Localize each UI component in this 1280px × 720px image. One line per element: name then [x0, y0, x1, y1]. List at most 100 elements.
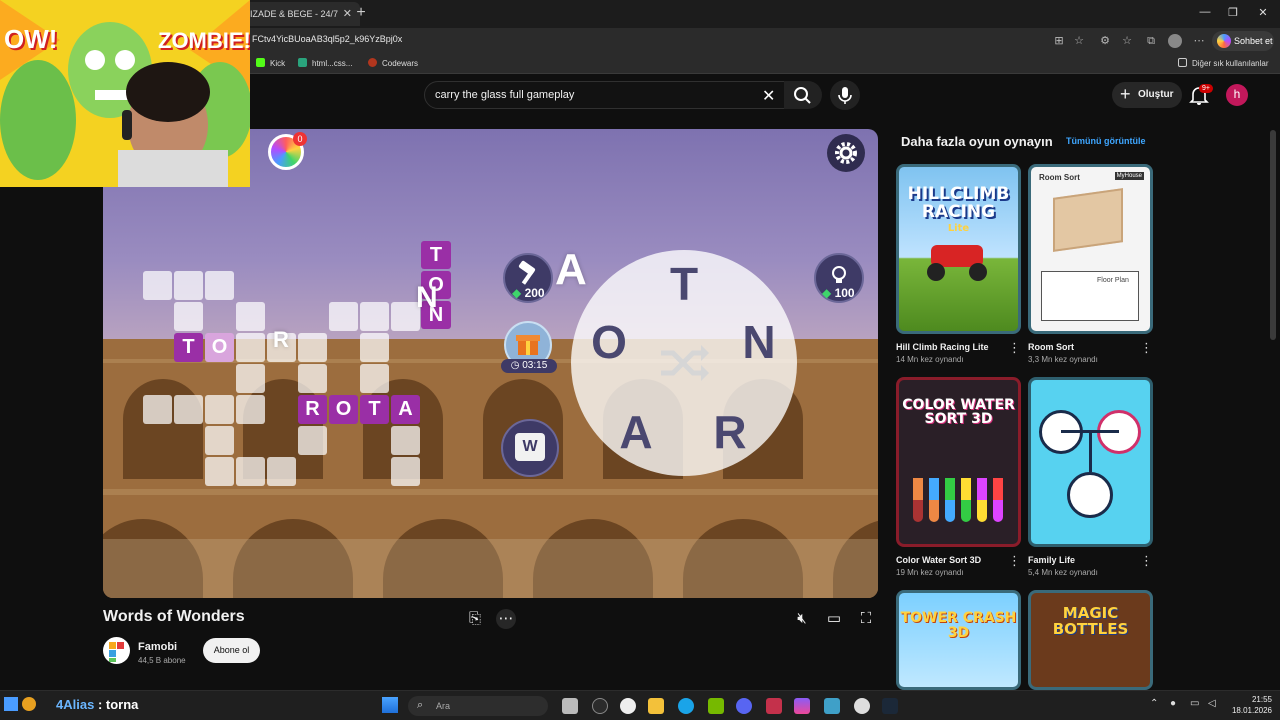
game-thumbnail: HILLCLIMB RACING Lite: [896, 164, 1021, 334]
minimize-icon[interactable]: —: [1190, 6, 1220, 18]
famobi-logo: [109, 642, 124, 662]
channel-name[interactable]: Famobi: [138, 641, 177, 653]
search-button[interactable]: [784, 81, 822, 109]
channel-avatar[interactable]: [103, 637, 130, 664]
browser-tab[interactable]: IZADE & BEGE - 24/7 ✕: [240, 2, 360, 26]
empty-cell: [174, 271, 203, 300]
subscribe-button[interactable]: Abone ol: [203, 638, 260, 663]
bookmark-kick[interactable]: Kick: [256, 58, 285, 68]
card-menu-icon[interactable]: ⋮: [1008, 340, 1021, 356]
search-input[interactable]: carry the glass full gameplay: [424, 81, 790, 109]
discord-icon[interactable]: [736, 698, 752, 714]
edge-icon[interactable]: [678, 698, 694, 714]
app-icon[interactable]: [794, 698, 810, 714]
bookmark-html[interactable]: html...css...: [298, 58, 352, 68]
see-all-link[interactable]: Tümünü görüntüle: [1066, 136, 1145, 146]
shuffle-icon[interactable]: [657, 341, 713, 385]
volume-icon[interactable]: ◁: [1208, 698, 1216, 709]
favorites-icon[interactable]: ☆: [1120, 34, 1134, 48]
tube-image: [929, 478, 939, 522]
wheel-letter-o[interactable]: O: [584, 315, 634, 369]
taskbar-search[interactable]: ⌕ Ara: [408, 696, 548, 716]
app-icon[interactable]: [824, 698, 840, 714]
file-explorer-icon[interactable]: [648, 698, 664, 714]
nvidia-icon[interactable]: [708, 698, 724, 714]
wheel-letter-r[interactable]: R: [705, 405, 755, 459]
new-tab-icon[interactable]: +: [352, 4, 370, 22]
thumb-title: HILLCLIMB RACING: [907, 184, 1010, 222]
flying-letter: N: [416, 281, 438, 314]
game-card-family-life[interactable]: Family Life 5,4 Mn kez oynandı ⋮: [1028, 377, 1153, 577]
taskbar-clock[interactable]: 21:55 18.01.2026: [1228, 694, 1272, 716]
game-card-color-water[interactable]: COLOR WATER SORT 3D Color Water Sort 3D …: [896, 377, 1021, 577]
mute-icon[interactable]: 🔇︎: [792, 609, 812, 629]
daily-word-button[interactable]: W: [501, 419, 559, 477]
card-menu-icon[interactable]: ⋮: [1140, 340, 1153, 356]
favorite-star-icon[interactable]: ☆: [1072, 34, 1086, 48]
close-tab-icon[interactable]: ✕: [343, 7, 352, 20]
fullscreen-icon[interactable]: ⛶: [856, 609, 876, 629]
game-canvas[interactable]: T O R O T A T O N R N ◆ 200 ◆ 100 ◷ 03:1…: [103, 129, 878, 598]
bookmark-codewars[interactable]: Codewars: [368, 58, 418, 68]
start-icon[interactable]: [382, 697, 398, 713]
more-menu-icon[interactable]: ⋯: [1192, 34, 1206, 48]
close-window-icon[interactable]: ✕: [1248, 6, 1278, 19]
user-avatar[interactable]: h: [1226, 84, 1248, 106]
bookmark-icon[interactable]: ⎘: [465, 609, 485, 629]
maximize-icon[interactable]: ❐: [1218, 6, 1248, 19]
apps-icon[interactable]: ⊞: [1052, 34, 1066, 48]
game-card-magic-bottles[interactable]: MAGIC BOTTLES: [1028, 590, 1153, 690]
search-icon: ⌕: [417, 699, 424, 711]
profile-icon[interactable]: [1168, 34, 1182, 48]
page-scrollbar[interactable]: [1270, 130, 1276, 340]
game-card-hill-climb[interactable]: HILLCLIMB RACING Lite Hill Climb Racing …: [896, 164, 1021, 364]
copilot-chat-button[interactable]: Sohbet et: [1212, 31, 1274, 51]
tray-chevron-icon[interactable]: ⌃: [1150, 698, 1158, 709]
empty-cell: [298, 364, 327, 393]
weather-icon[interactable]: [22, 697, 36, 711]
copilot-icon: [1217, 34, 1231, 48]
windows-taskbar: ⌕ Ara ⌃ ● ▭ ◁ 21:55 18.01.2026: [0, 690, 1280, 720]
app-icon[interactable]: [766, 698, 782, 714]
more-games-heading: Daha fazla oyun oynayın: [901, 134, 1053, 149]
game-card-room-sort[interactable]: Room Sort MyHouse Floor Plan Room Sort 3…: [1028, 164, 1153, 364]
wheel-letter-t[interactable]: T: [659, 257, 709, 311]
collections-icon[interactable]: ⧉: [1144, 34, 1158, 48]
streamer-webcam: OW! ZOMBIE!: [0, 0, 250, 187]
url-field[interactable]: FCtv4YicBUoaAB3ql5p2_k96YzBpj0x: [252, 34, 402, 44]
empty-cell: [360, 302, 389, 331]
thumb-title: TOWER CRASH 3D: [900, 610, 1017, 641]
channel-subscribers: 44,5 B abone: [138, 656, 186, 665]
settings-button[interactable]: [827, 134, 865, 172]
game-card-title: Color Water Sort 3D: [896, 555, 982, 565]
flying-letter: R: [273, 327, 289, 352]
other-bookmarks[interactable]: Diğer sık kullanılanlar: [1178, 58, 1268, 68]
microphone-tray-icon[interactable]: ●: [1170, 698, 1176, 709]
empty-cell: [298, 426, 327, 455]
create-button[interactable]: + Oluştur: [1112, 82, 1182, 108]
tube-image: [961, 478, 971, 522]
clear-search-icon[interactable]: ✕: [762, 86, 775, 106]
chatgpt-icon[interactable]: [620, 698, 636, 714]
copilot-taskbar-icon[interactable]: [592, 698, 608, 714]
wheel-letter-a[interactable]: A: [611, 405, 661, 459]
task-view-icon[interactable]: [562, 698, 578, 714]
card-menu-icon[interactable]: ⋮: [1140, 553, 1153, 569]
game-thumbnail: [1028, 377, 1153, 547]
thumb-title: MAGIC BOTTLES: [1052, 604, 1129, 638]
thumb-title: Room Sort: [1039, 173, 1080, 182]
network-icon[interactable]: ▭: [1190, 698, 1199, 709]
widgets-icon[interactable]: [4, 697, 18, 711]
wheel-letter-n[interactable]: N: [734, 315, 784, 369]
thumb-badge: MyHouse: [1114, 172, 1144, 180]
game-card-tower-crash[interactable]: TOWER CRASH 3D: [896, 590, 1021, 690]
steam-icon[interactable]: [882, 698, 898, 714]
more-options-icon[interactable]: ⋯: [496, 609, 516, 629]
voice-search-button[interactable]: [830, 80, 860, 110]
obs-icon[interactable]: [854, 698, 870, 714]
filled-cell: T: [421, 241, 451, 269]
extension-icon[interactable]: ⚙: [1098, 34, 1112, 48]
game-card-plays: 14 Mn kez oynandı: [896, 355, 964, 364]
card-menu-icon[interactable]: ⋮: [1008, 553, 1021, 569]
theater-mode-icon[interactable]: ▭: [824, 609, 844, 629]
